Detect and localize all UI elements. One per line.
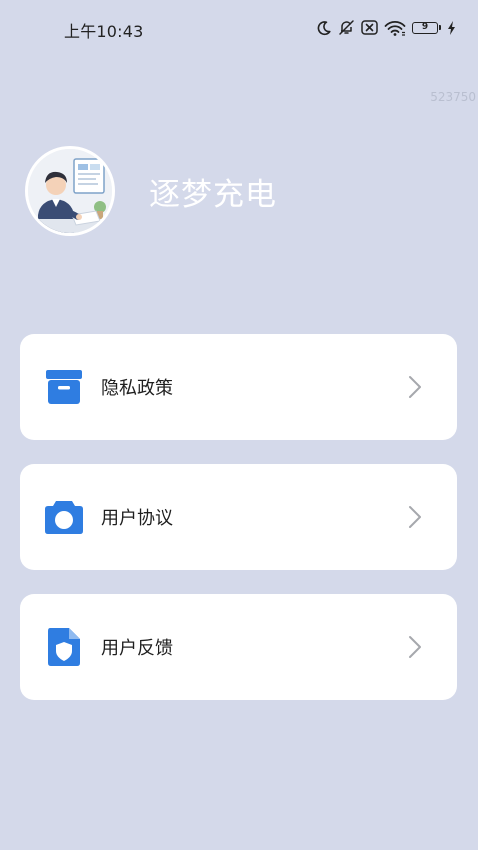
status-icons: 9: [316, 19, 456, 36]
privacy-policy-label: 隐私政策: [101, 378, 173, 399]
app-name: 逐梦充电: [149, 176, 277, 213]
user-agreement-label: 用户协议: [101, 508, 173, 529]
charging-bolt-icon: [447, 20, 456, 35]
shield-document-icon: [44, 627, 84, 667]
chevron-right-icon: [407, 634, 423, 660]
wifi-icon: [384, 20, 406, 36]
camera-icon: [44, 497, 84, 537]
avatar-illustration: [28, 149, 112, 233]
watermark-id: 523750: [430, 90, 476, 104]
user-feedback-label: 用户反馈: [101, 638, 173, 659]
status-time: 上午10:43: [64, 22, 144, 41]
battery-icon: 9: [412, 21, 441, 34]
chevron-right-icon: [407, 374, 423, 400]
muted-bell-icon: [338, 19, 355, 36]
folder-icon: [44, 367, 84, 407]
battery-level: 9: [412, 21, 438, 34]
user-feedback-item[interactable]: 用户反馈: [20, 594, 457, 700]
avatar[interactable]: [25, 146, 115, 236]
profile-header: 逐梦充电: [25, 146, 277, 236]
chevron-right-icon: [407, 504, 423, 530]
user-agreement-item[interactable]: 用户协议: [20, 464, 457, 570]
do-not-disturb-moon-icon: [316, 20, 332, 36]
status-bar: 上午10:43 9: [0, 0, 478, 58]
no-sim-icon: [361, 20, 378, 35]
privacy-policy-item[interactable]: 隐私政策: [20, 334, 457, 440]
